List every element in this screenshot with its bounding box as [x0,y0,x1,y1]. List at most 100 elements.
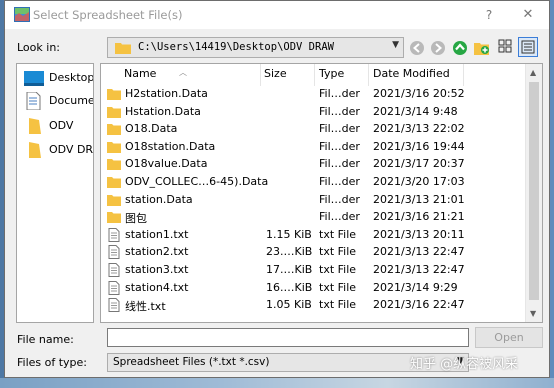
look-in-combo[interactable]: C:\Users\14419\Desktop\ODV DRAW ▼ [107,37,404,58]
list-view-icon [521,40,535,54]
file-name-input[interactable] [107,328,469,347]
file-size-cell: 1.15 KiB [266,227,312,241]
file-date-cell: 2021/3/16 19:44 [373,139,465,153]
file-date-cell: 2021/3/17 20:37 [373,157,465,171]
back-icon[interactable] [409,40,425,56]
file-date-cell: 2021/3/20 17:03 [373,175,465,188]
scrollbar-thumb[interactable] [529,82,539,300]
column-header-size[interactable]: Size [264,67,287,80]
sidebar-item-label: Desktop [49,71,94,84]
column-header-row: ︿ Name Size Type Date Modified [101,64,525,86]
file-row[interactable]: 线性.txt 1.05 KiB txt File 2021/3/16 22:47 [101,297,521,314]
desktop-background-right [550,0,554,388]
column-divider[interactable] [260,64,261,86]
column-header-date[interactable]: Date Modified [373,67,450,80]
file-name-cell: H2station.Data [125,87,208,100]
sidebar-item-label: Docume… [49,94,93,107]
list-view-button[interactable] [518,37,538,57]
text-file-icon [108,263,120,277]
file-type-cell: Fil…der [319,210,360,224]
sidebar-item-odv[interactable]: ODV [21,116,93,138]
new-folder-icon[interactable] [474,40,490,56]
file-row[interactable]: station2.txt 23.…KiB txt File 2021/3/13 22:… [101,244,521,261]
file-type-cell: txt File [319,245,357,259]
folder-icon [107,194,121,206]
folder-icon [29,142,41,158]
file-type-cell: txt File [319,227,357,241]
column-divider[interactable] [368,64,369,86]
folder-icon [107,106,121,118]
file-date-cell: 2021/3/14 9:29 [373,280,458,294]
parent-directory-icon[interactable] [452,40,468,56]
file-date-cell: 2021/3/13 20:11 [373,227,465,241]
odv-app-icon [14,7,30,22]
file-size-cell: 1.05 KiB [266,298,312,312]
file-row[interactable]: H2station.Data Fil…der 2021/3/16 20:52 [101,86,521,103]
file-type-cell: Fil…der [319,175,360,188]
file-type-cell: Fil…der [319,104,360,118]
folder-icon [107,212,121,224]
window-title: Select Spreadsheet File(s) [33,8,183,22]
file-name-cell: station1.txt [125,227,189,241]
file-name-cell: 线性.txt [125,300,166,314]
column-header-name[interactable]: Name [124,67,156,80]
sidebar-item-documents[interactable]: Docume… [21,91,93,113]
scroll-down-icon[interactable]: ▼ [530,309,536,318]
column-header-type[interactable]: Type [319,67,344,80]
folder-icon [115,43,131,54]
column-divider[interactable] [463,64,464,86]
forward-icon[interactable] [430,40,446,56]
scroll-up-icon[interactable]: ▲ [530,68,536,77]
file-row[interactable]: O18.Data Fil…der 2021/3/13 22:02 [101,121,521,138]
file-date-cell: 2021/3/14 9:48 [373,104,458,118]
file-size-cell: 23.…KiB [266,245,313,259]
file-size-cell: 16.…KiB [266,280,313,294]
file-type-cell: txt File [319,280,357,294]
file-name-cell: O18.Data [125,122,178,136]
file-name-cell: station2.txt [125,245,189,259]
help-button[interactable]: ? [475,5,503,25]
file-row[interactable]: O18value.Data Fil…der 2021/3/17 20:37 [101,156,521,173]
file-row[interactable]: station1.txt 1.15 KiB txt File 2021/3/13 20… [101,227,521,244]
watermark: 知乎 @纵容被风采 [410,357,519,372]
file-row[interactable]: 图包 Fil…der 2021/3/16 21:21 [101,209,521,226]
vertical-scrollbar[interactable]: ▲ ▼ [525,64,542,322]
file-type-cell: Fil…der [319,87,360,100]
folder-icon [107,177,121,188]
sort-ascending-icon: ︿ [179,68,187,77]
file-date-cell: 2021/3/13 22:47 [373,245,465,259]
file-row[interactable]: station.Data Fil…der 2021/3/13 21:01 [101,192,521,209]
text-file-icon [108,298,120,313]
folder-icon [107,124,121,136]
open-button[interactable]: Open [475,327,543,348]
text-file-icon [108,227,120,242]
file-row[interactable]: O18station.Data Fil…der 2021/3/16 19:44 [101,139,521,156]
look-in-label: Look in: [17,41,60,54]
file-name-cell: O18station.Data [125,139,216,153]
desktop-icon [24,71,44,86]
file-name-cell: Hstation.Data [125,104,201,118]
text-file-icon [108,245,120,260]
file-type-cell: Fil…der [319,139,360,153]
file-row[interactable]: station3.txt 17.…KiB txt File 2021/3/13 22:… [101,262,521,279]
text-file-icon [108,280,120,295]
file-size-cell: 17.…KiB [266,263,313,276]
close-button[interactable]: ✕ [513,5,543,25]
file-row[interactable]: ODV_COLLEC…6-45).Data Fil…der 2021/3/20 17… [101,174,521,191]
file-name-cell: station3.txt [125,263,189,276]
file-date-cell: 2021/3/16 20:52 [373,87,465,100]
file-type-cell: Fil…der [319,157,360,171]
document-icon [26,92,41,110]
file-row[interactable]: Hstation.Data Fil…der 2021/3/14 9:48 [101,104,521,121]
file-date-cell: 2021/3/13 22:47 [373,263,465,276]
file-row[interactable]: station4.txt 16.…KiB txt File 2021/3/14 9:2… [101,280,521,297]
sidebar-item-odv-draw[interactable]: ODV DRAW [21,140,93,162]
column-divider[interactable] [314,64,315,86]
chevron-down-icon[interactable]: ▼ [392,40,399,50]
detail-view-button[interactable] [496,37,516,57]
sidebar-item-desktop[interactable]: Desktop [21,68,94,90]
file-name-cell: O18value.Data [125,157,208,171]
icon-view-icon [498,39,512,53]
file-type-cell: txt File [319,263,357,276]
file-type-cell: Fil…der [319,122,360,136]
